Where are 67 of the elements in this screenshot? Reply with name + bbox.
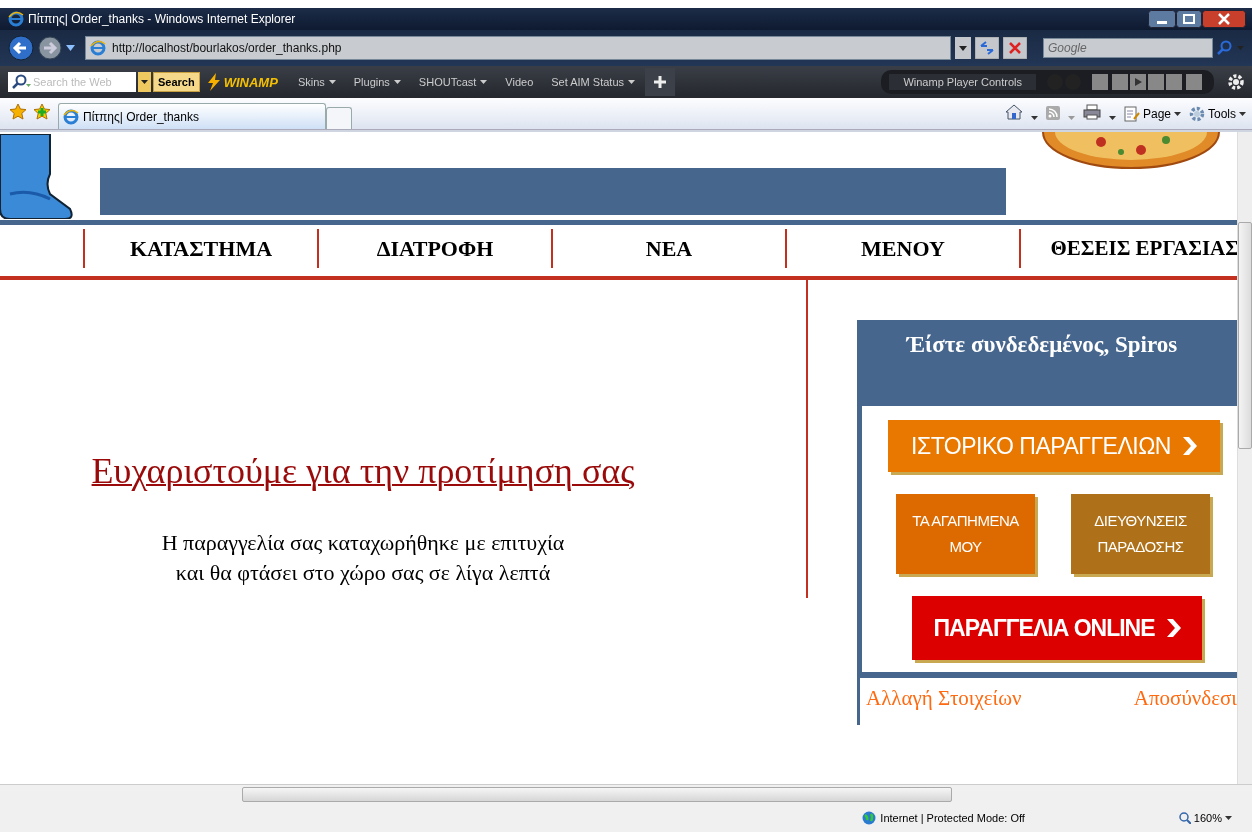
command-menu[interactable]: Tools [1189, 106, 1246, 122]
close-icon[interactable] [1202, 10, 1246, 28]
toolbar-menu[interactable]: Set AIM Status [543, 76, 644, 88]
caret-icon[interactable] [1030, 116, 1038, 120]
nav-link[interactable]: ΝΕΑ [551, 229, 785, 268]
caret-icon [628, 80, 636, 84]
nav-link[interactable]: ΔΙΑΤΡΟΦΗ [317, 229, 551, 268]
back-icon[interactable] [8, 35, 34, 61]
player-label: Winamp Player Controls [889, 74, 1036, 90]
star-icon[interactable] [10, 104, 26, 120]
page-icon [63, 108, 79, 125]
restore-icon[interactable] [1176, 10, 1202, 28]
brand-name: WINAMP [223, 74, 278, 90]
dropdown-caret-icon[interactable] [955, 37, 971, 59]
page-icon [90, 40, 106, 56]
search-field[interactable]: Google [1043, 38, 1213, 58]
stop-icon[interactable] [1003, 37, 1027, 59]
gear-icon [1189, 106, 1205, 122]
add-favorite-icon[interactable] [34, 104, 50, 120]
toolbar-menu[interactable]: SHOUTcast [410, 76, 496, 88]
forward-icon[interactable] [38, 36, 62, 60]
browser-icon [8, 11, 24, 27]
greeting-text: Έίστε συνδεδεμένος, Spiros [857, 320, 1237, 406]
message-text: Η παραγγελία σας καταχωρήθηκε με επιτυχία [161, 529, 565, 557]
search-button[interactable]: Search [153, 72, 200, 92]
search-icon[interactable] [1217, 40, 1233, 56]
caret-icon [1225, 815, 1232, 820]
vertical-scrollbar[interactable] [1237, 132, 1252, 784]
page-icon [1123, 106, 1140, 122]
bolt-icon [205, 73, 222, 91]
scroll-thumb[interactable] [242, 786, 952, 802]
security-zone: Internet | Protected Mode: Off [880, 811, 1025, 824]
scroll-thumb[interactable] [1238, 222, 1252, 449]
caret-icon [1174, 112, 1181, 116]
caret-icon [1239, 112, 1246, 116]
toolbar-menu[interactable]: Video [497, 76, 542, 88]
globe-icon [862, 810, 877, 825]
zoom-button[interactable]: 160% [1178, 811, 1232, 824]
menu-button[interactable]: ΔΙΕΥΘΥΝΣΕΙΣ ΠΑΡΑΔΟΣΗΣ [1071, 494, 1210, 574]
add-icon[interactable] [645, 68, 676, 96]
home-icon[interactable] [1004, 104, 1023, 120]
menu-button[interactable]: ΠΑΡΑΓΓΕΛΙΑ ONLINE [912, 596, 1202, 660]
printer-icon[interactable] [1082, 104, 1101, 120]
message-text: και θα φτάσει στο χώρο σας σε λίγα λεπτά [175, 559, 551, 587]
caret-icon [393, 80, 401, 84]
nav-link[interactable]: ΜΕΝΟΥ [785, 229, 1019, 268]
toolbar-menu[interactable]: Plugins [345, 76, 409, 88]
dropdown-caret-icon[interactable] [66, 45, 75, 51]
dropdown-caret-icon[interactable] [138, 72, 151, 92]
nav-link[interactable]: ΚΑΤΑΣΤΗΜΑ [83, 229, 317, 268]
zoom-icon [1178, 811, 1191, 824]
chevron-icon [1180, 436, 1197, 456]
caret-icon [480, 80, 488, 84]
window-title: Πίτπης| Order_thanks - Windows Internet Explorer [28, 12, 297, 26]
caret-icon[interactable] [1108, 116, 1116, 120]
minimize-icon[interactable] [1148, 10, 1176, 28]
thanks-heading: Ευχαριστούμε για την προτίμηση σας [91, 450, 635, 492]
toolbar-menu[interactable]: Skins [289, 76, 344, 88]
command-menu[interactable]: Page [1123, 106, 1181, 122]
browser-tab[interactable]: Πίτπης| Order_thanks [58, 103, 326, 129]
search-field[interactable]: Search the Web [8, 72, 136, 92]
search-icon [11, 74, 33, 90]
address-field[interactable]: http://localhost/bourlakos/order_thanks.php [85, 36, 951, 60]
gear-icon[interactable] [1228, 74, 1244, 90]
horizontal-scrollbar[interactable] [0, 784, 1252, 803]
caret-icon [328, 80, 336, 84]
chevron-icon [1164, 618, 1181, 638]
